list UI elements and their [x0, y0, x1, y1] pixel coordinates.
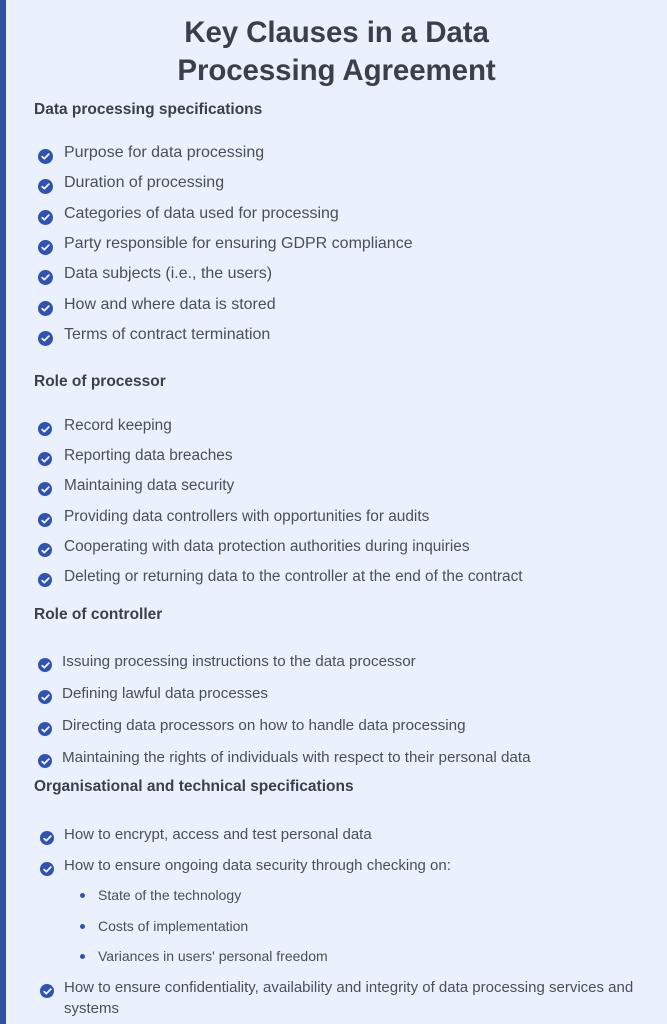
list-item-label: Providing data controllers with opportun…: [64, 507, 430, 525]
list-item-label: Duration of processing: [64, 174, 225, 192]
section: Organisational and technical specificati…: [6, 777, 667, 1017]
check-circle-icon: [38, 542, 52, 557]
list-item: Deleting or returning data to the contro…: [6, 566, 649, 587]
list-item: Data subjects (i.e., the users): [6, 263, 649, 286]
section-heading: Data processing specifications: [34, 101, 263, 118]
section-item-list: Purpose for data processing Duration of p…: [6, 142, 657, 354]
list-item: Duration of processing: [6, 172, 649, 195]
list-item-label: How and where data is stored: [64, 295, 276, 313]
section-heading: Role of processor: [34, 373, 166, 390]
page-title: Key Clauses in a Data Processing Agreeme…: [6, 0, 667, 90]
list-item-label: How to ensure ongoing data security thro…: [64, 856, 451, 874]
list-item-label: Directing data processors on how to hand…: [62, 717, 466, 734]
check-circle-icon: [38, 658, 52, 672]
list-item-label: Data subjects (i.e., the users): [64, 265, 273, 283]
section-item-list: How to encrypt, access and test personal…: [6, 824, 657, 1017]
bullet-dot-icon: [80, 893, 85, 898]
list-item: Issuing processing instructions to the d…: [6, 651, 649, 672]
list-item-label: Categories of data used for processing: [64, 204, 339, 222]
section-heading: Role of controller: [34, 606, 163, 623]
list-item: Purpose for data processing: [6, 142, 649, 164]
check-circle-icon: [38, 149, 53, 164]
section-item-list: Record keeping Reporting data breaches Mai…: [6, 415, 657, 596]
section: Role of processor Record keeping Reporting…: [6, 372, 667, 596]
check-circle-icon: [38, 270, 53, 286]
list-item-label: How to ensure confidentiality, availabil…: [64, 978, 634, 1017]
list-item-label: Maintaining data security: [64, 477, 235, 495]
check-circle-icon: [38, 722, 52, 736]
list-item: How to ensure confidentiality, availabil…: [6, 977, 649, 1019]
list-item: Maintaining the rights of individuals wi…: [6, 747, 649, 768]
check-circle-icon: [38, 573, 52, 587]
bullet-dot-icon: [80, 954, 85, 959]
list-item: Terms of contract termination: [6, 324, 649, 346]
section-heading: Organisational and technical specificati…: [34, 778, 354, 795]
check-circle-icon: [38, 330, 53, 346]
list-item-label: Issuing processing instructions to the d…: [62, 653, 416, 670]
list-item: Record keeping: [6, 415, 649, 436]
section: Data processing specifications Purpose fo…: [6, 100, 667, 354]
check-circle-icon: [38, 239, 53, 255]
list-item: Categories of data used for processing: [6, 203, 649, 225]
list-item: Providing data controllers with opportun…: [6, 506, 649, 527]
list-item: How and where data is stored: [6, 294, 649, 316]
check-circle-icon: [38, 482, 52, 497]
section-item-list: Issuing processing instructions to the d…: [6, 651, 657, 779]
check-circle-icon: [40, 861, 54, 876]
bullet-dot-icon: [80, 923, 85, 929]
sub-list-item: Variances in users' personal freedom: [6, 946, 649, 967]
check-circle-icon: [38, 452, 52, 467]
page-title-line-1: Key Clauses in a Data: [184, 16, 489, 49]
sub-list-item: Costs of implementation: [6, 916, 649, 937]
list-item: Reporting data breaches: [6, 445, 649, 467]
list-item-label: Maintaining the rights of individuals wi…: [62, 749, 531, 766]
list-item: Directing data processors on how to hand…: [6, 715, 649, 736]
check-circle-icon: [38, 512, 52, 527]
check-circle-icon: [40, 983, 54, 998]
list-item-label: Purpose for data processing: [64, 144, 265, 161]
list-item-label: Terms of contract termination: [64, 325, 271, 343]
list-item-label: Cooperating with data protection authori…: [64, 537, 470, 555]
list-item-label: Costs of implementation: [98, 917, 249, 934]
check-circle-icon: [38, 422, 52, 436]
sub-list-item: State of the technology: [6, 885, 649, 906]
list-item-label: Variances in users' personal freedom: [98, 948, 328, 964]
infographic-card: Key Clauses in a Data Processing Agreeme…: [0, 0, 667, 1024]
check-circle-icon: [38, 690, 52, 704]
list-item: How to ensure ongoing data security thro…: [6, 855, 649, 876]
list-item-label: How to encrypt, access and test personal…: [64, 826, 372, 843]
list-item: Cooperating with data protection authori…: [6, 536, 649, 557]
check-circle-icon: [38, 300, 53, 316]
list-item-label: Record keeping: [64, 417, 172, 434]
list-item: Defining lawful data processes: [6, 683, 649, 704]
list-item: How to encrypt, access and test personal…: [6, 824, 649, 845]
list-item-label: Party responsible for ensuring GDPR comp…: [64, 234, 413, 252]
page-title-line-2: Processing Agreement: [177, 54, 496, 87]
list-item-label: State of the technology: [98, 887, 242, 903]
list-item-label: Defining lawful data processes: [62, 685, 268, 702]
check-circle-icon: [38, 754, 52, 768]
content-area: Key Clauses in a Data Processing Agreeme…: [6, 0, 667, 1024]
list-item: Party responsible for ensuring GDPR comp…: [6, 233, 649, 255]
section: Role of controller Issuing processing ins…: [6, 605, 667, 779]
check-circle-icon: [38, 209, 53, 225]
list-item-label: Reporting data breaches: [64, 447, 233, 465]
check-circle-icon: [38, 179, 53, 195]
list-item: Maintaining data security: [6, 475, 649, 497]
list-item-label: Deleting or returning data to the contro…: [64, 568, 523, 585]
check-circle-icon: [40, 831, 54, 845]
